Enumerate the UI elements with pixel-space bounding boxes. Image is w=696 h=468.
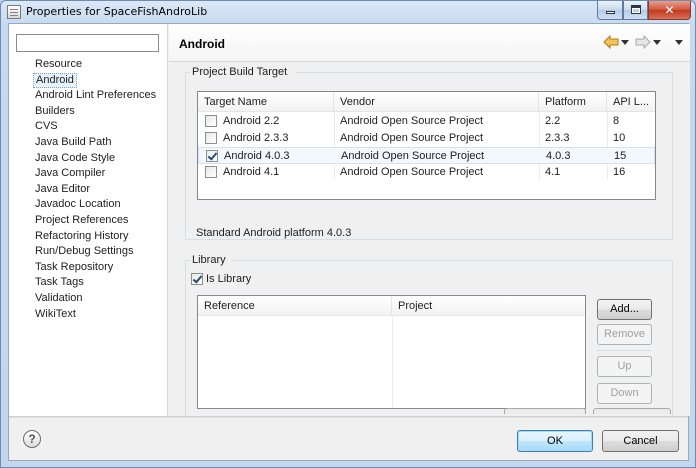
- column-project[interactable]: Project: [392, 296, 585, 316]
- down-button[interactable]: Down: [597, 383, 652, 404]
- target-checkbox[interactable]: [206, 150, 218, 162]
- close-icon: ✕: [664, 3, 675, 17]
- view-menu-icon[interactable]: [675, 40, 683, 45]
- vendor-cell: Android Open Source Project: [341, 150, 485, 162]
- up-button[interactable]: Up: [597, 356, 652, 377]
- group-divider: [185, 260, 190, 261]
- platform-description: Standard Android platform 4.0.3: [196, 227, 352, 239]
- platform-cell: 4.1: [545, 166, 561, 178]
- maximize-icon: [631, 5, 641, 14]
- title-bar: Properties for SpaceFishAndroLib ✕: [1, 1, 695, 23]
- column-api-level[interactable]: API L...: [607, 92, 655, 112]
- column-target-name[interactable]: Target Name: [198, 92, 334, 112]
- forward-arrow-icon[interactable]: [635, 35, 651, 49]
- sidebar-item[interactable]: Android Lint Preferences: [33, 88, 158, 104]
- api-level-cell: 15: [614, 150, 627, 162]
- library-label: Library: [192, 254, 226, 266]
- group-divider: [185, 72, 190, 73]
- column-platform[interactable]: Platform: [539, 92, 607, 112]
- column-vendor[interactable]: Vendor: [334, 92, 539, 112]
- clipped-button: [504, 408, 586, 414]
- minimize-icon: [606, 11, 615, 14]
- vendor-cell: Android Open Source Project: [340, 166, 484, 178]
- api-level-cell: 8: [613, 115, 620, 127]
- page-header: Android: [169, 24, 690, 62]
- sidebar-item[interactable]: Java Code Style: [33, 151, 158, 167]
- forward-dropdown-icon[interactable]: [653, 40, 661, 45]
- table-row[interactable]: Android 2.3.3 Android Open Source Project…: [198, 130, 655, 147]
- is-library-checkbox[interactable]: [191, 273, 203, 285]
- sidebar-item[interactable]: Android: [33, 72, 77, 89]
- target-name-cell: Android 4.1: [223, 166, 280, 178]
- remove-button[interactable]: Remove: [597, 324, 652, 345]
- page-title: Android: [179, 37, 225, 51]
- sidebar-item[interactable]: WikiText: [33, 307, 158, 323]
- sidebar-item[interactable]: Resource: [33, 57, 158, 73]
- column-reference[interactable]: Reference: [198, 296, 392, 316]
- target-name-cell: Android 2.2: [223, 115, 280, 127]
- sidebar-item[interactable]: Task Repository: [33, 260, 158, 276]
- table-row[interactable]: Android 4.0.3 Android Open Source Project…: [198, 147, 655, 164]
- category-tree: Resource Android Android Lint Preferences B…: [33, 57, 158, 322]
- sidebar-item[interactable]: Refactoring History: [33, 229, 158, 245]
- vendor-cell: Android Open Source Project: [340, 132, 484, 144]
- minimize-button[interactable]: [597, 1, 623, 20]
- help-icon[interactable]: ?: [23, 430, 41, 448]
- sidebar-item[interactable]: Javadoc Location: [33, 197, 158, 213]
- filter-input[interactable]: [16, 34, 159, 52]
- build-target-table[interactable]: Target Name Vendor Platform API L... And…: [197, 91, 656, 200]
- table-row[interactable]: Android 4.1 Android Open Source Project 4.…: [198, 164, 655, 181]
- group-divider: [231, 260, 673, 261]
- table-header: Reference Project: [198, 296, 585, 316]
- dialog-window: Properties for SpaceFishAndroLib ✕ Resou…: [0, 0, 696, 468]
- category-pane: Resource Android Android Lint Preferences B…: [9, 24, 168, 416]
- library-reference-table[interactable]: Reference Project: [197, 295, 586, 409]
- sidebar-item[interactable]: Java Editor: [33, 182, 158, 198]
- is-library-label: Is Library: [206, 273, 252, 285]
- target-checkbox[interactable]: [205, 132, 217, 144]
- build-target-label: Project Build Target: [192, 66, 288, 78]
- back-dropdown-icon[interactable]: [621, 40, 629, 45]
- sidebar-item[interactable]: Builders: [33, 104, 158, 120]
- table-row[interactable]: Android 2.2 Android Open Source Project 2.…: [198, 113, 655, 130]
- window-title: Properties for SpaceFishAndroLib: [26, 5, 208, 18]
- sidebar-item[interactable]: Validation: [33, 291, 158, 307]
- column-divider: [392, 316, 393, 408]
- sidebar-item[interactable]: Run/Debug Settings: [33, 244, 158, 260]
- target-checkbox[interactable]: [205, 166, 217, 178]
- sidebar-item[interactable]: Project References: [33, 213, 158, 229]
- property-page: Android Project Build Target Target Name…: [169, 24, 690, 416]
- sidebar-item[interactable]: Task Tags: [33, 275, 158, 291]
- clipped-button: [593, 408, 671, 414]
- platform-cell: 2.2: [545, 115, 561, 127]
- ok-button[interactable]: OK: [517, 430, 593, 452]
- add-button[interactable]: Add...: [597, 299, 652, 320]
- cancel-button[interactable]: Cancel: [602, 430, 679, 452]
- group-divider: [295, 72, 673, 73]
- page-content: Project Build Target Target Name Vendor …: [169, 63, 690, 416]
- button-separator: [597, 350, 652, 351]
- sidebar-item[interactable]: Java Compiler: [33, 166, 158, 182]
- back-arrow-icon[interactable]: [603, 35, 619, 49]
- platform-cell: 2.3.3: [545, 132, 570, 144]
- api-level-cell: 16: [613, 166, 626, 178]
- dialog-footer: ? OK Cancel: [9, 417, 688, 460]
- maximize-button[interactable]: [623, 1, 648, 20]
- dialog-client-area: Resource Android Android Lint Preferences B…: [8, 23, 690, 461]
- target-name-cell: Android 4.0.3: [224, 150, 290, 162]
- sidebar-item[interactable]: Java Build Path: [33, 135, 158, 151]
- target-checkbox[interactable]: [205, 115, 217, 127]
- vendor-cell: Android Open Source Project: [340, 115, 484, 127]
- target-name-cell: Android 2.3.3: [223, 132, 289, 144]
- properties-window-icon: [7, 5, 21, 19]
- platform-cell: 4.0.3: [546, 150, 571, 162]
- api-level-cell: 10: [613, 132, 626, 144]
- sidebar-item[interactable]: CVS: [33, 119, 158, 135]
- close-button[interactable]: ✕: [648, 1, 691, 20]
- table-header: Target Name Vendor Platform API L...: [198, 92, 655, 112]
